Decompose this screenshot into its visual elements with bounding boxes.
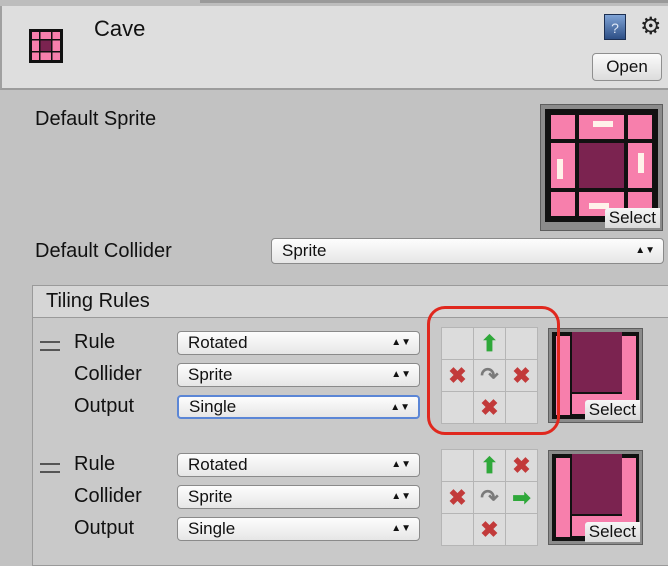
default-collider-dropdown[interactable]: Sprite ▲▼ xyxy=(271,238,664,264)
open-button[interactable]: Open xyxy=(592,53,662,81)
rotate-icon: ↷ xyxy=(480,484,499,510)
x-icon: ✖ xyxy=(480,516,499,542)
highlight-annotation xyxy=(427,306,560,435)
neighbor-cell[interactable]: ↷ xyxy=(474,482,506,514)
neighbor-cell[interactable]: ✖ xyxy=(474,514,506,546)
tiling-rules-title: Tiling Rules xyxy=(46,290,150,312)
select-sprite-button[interactable]: Select xyxy=(604,208,660,228)
asset-title: Cave xyxy=(94,16,146,41)
default-sprite-label: Default Sprite xyxy=(35,108,157,130)
select-sprite-button[interactable]: Select xyxy=(584,522,640,542)
dropdown-arrows-icon: ▲▼ xyxy=(390,402,410,413)
rule-drag-handle[interactable] xyxy=(40,463,60,473)
rule-sprite-field[interactable]: Select xyxy=(548,328,643,423)
dropdown-value: Rotated xyxy=(188,333,248,352)
collider-label: Collider xyxy=(74,485,142,507)
default-sprite-field[interactable]: Select xyxy=(540,104,663,231)
collider-label: Collider xyxy=(74,363,142,385)
output-dropdown[interactable]: Single ▲▼ xyxy=(177,517,420,541)
neighbor-cell[interactable]: ✖ xyxy=(506,450,538,482)
output-label: Output xyxy=(74,517,135,539)
arrow-up-icon: ⬆ xyxy=(480,452,499,478)
neighbor-cell[interactable] xyxy=(442,514,474,546)
neighbor-cell[interactable] xyxy=(442,450,474,482)
gear-icon[interactable]: ⚙ xyxy=(640,12,662,41)
dropdown-arrows-icon: ▲▼ xyxy=(635,245,655,256)
tile-asset-icon xyxy=(29,29,63,63)
rule-type-dropdown[interactable]: Rotated ▲▼ xyxy=(177,453,420,477)
collider-dropdown[interactable]: Sprite ▲▼ xyxy=(177,363,420,387)
help-book-icon[interactable]: ? xyxy=(604,14,626,40)
dropdown-value: Rotated xyxy=(188,455,248,474)
rule-sprite-field[interactable]: Select xyxy=(548,450,643,545)
output-dropdown[interactable]: Single ▲▼ xyxy=(177,395,420,419)
x-icon: ✖ xyxy=(512,452,531,478)
neighbor-cell[interactable]: ➡ xyxy=(506,482,538,514)
sprite-preview xyxy=(545,109,658,222)
rule-drag-handle[interactable] xyxy=(40,341,60,351)
dropdown-value: Sprite xyxy=(188,365,233,384)
dropdown-arrows-icon: ▲▼ xyxy=(391,369,411,380)
dropdown-arrows-icon: ▲▼ xyxy=(391,337,411,348)
dropdown-value: Single xyxy=(188,519,236,538)
rule-type-dropdown[interactable]: Rotated ▲▼ xyxy=(177,331,420,355)
dropdown-arrows-icon: ▲▼ xyxy=(391,459,411,470)
x-icon: ✖ xyxy=(448,484,467,510)
collider-dropdown[interactable]: Sprite ▲▼ xyxy=(177,485,420,509)
dropdown-value: Single xyxy=(189,397,237,416)
rule-type-label: Rule xyxy=(74,453,116,475)
dropdown-value: Sprite xyxy=(282,241,327,260)
dropdown-arrows-icon: ▲▼ xyxy=(391,491,411,502)
neighbor-cell[interactable]: ✖ xyxy=(442,482,474,514)
neighbor-cell[interactable]: ⬆ xyxy=(474,450,506,482)
rule-type-label: Rule xyxy=(74,331,116,353)
arrow-right-icon: ➡ xyxy=(512,484,531,510)
output-label: Output xyxy=(74,395,135,417)
neighbor-grid: ⬆ ✖ ✖ ↷ ➡ ✖ xyxy=(441,449,538,546)
neighbor-cell[interactable] xyxy=(506,514,538,546)
dropdown-value: Sprite xyxy=(188,487,233,506)
dropdown-arrows-icon: ▲▼ xyxy=(391,523,411,534)
default-collider-label: Default Collider xyxy=(35,240,172,262)
select-sprite-button[interactable]: Select xyxy=(584,400,640,420)
